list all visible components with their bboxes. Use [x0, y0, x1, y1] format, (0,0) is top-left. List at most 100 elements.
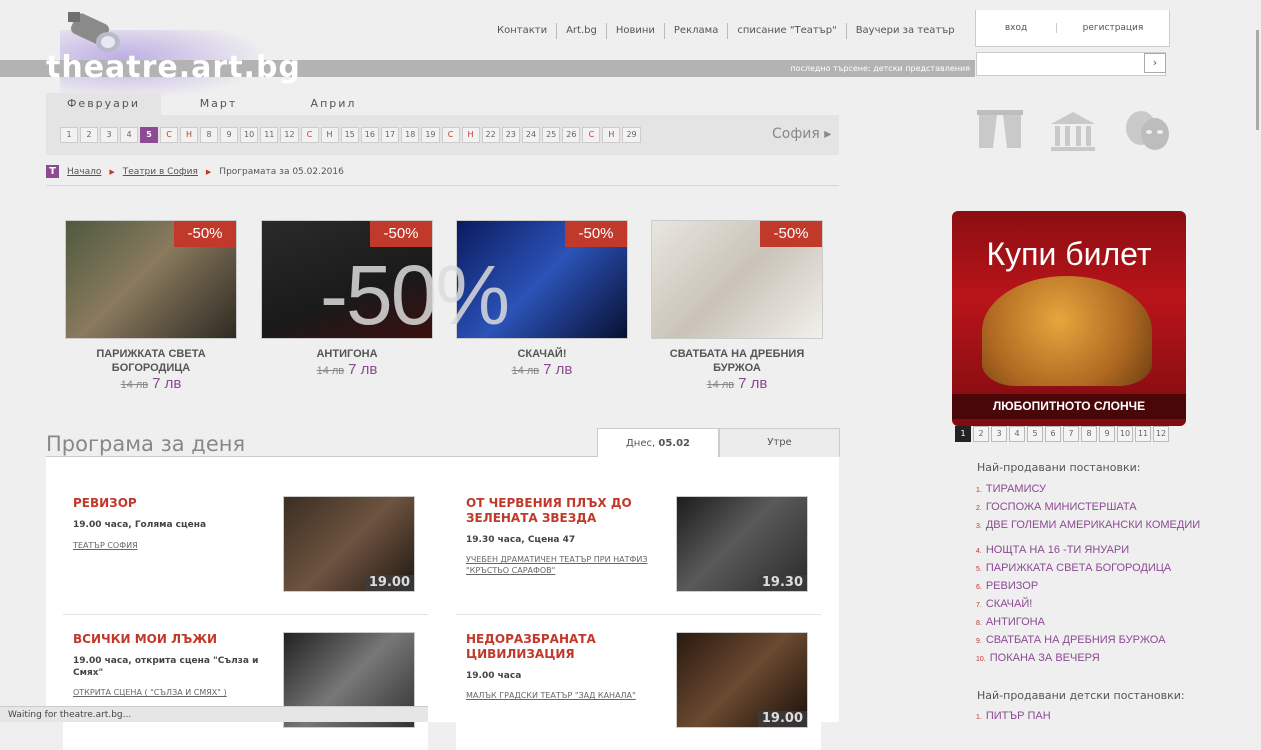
status-bar: Waiting for theatre.art.bg...	[0, 706, 428, 722]
tab-today[interactable]: Днес, 05.02	[597, 428, 719, 458]
day-cell[interactable]: 18	[401, 127, 420, 143]
day-cell[interactable]: С	[300, 127, 319, 143]
day-cell[interactable]: 12	[280, 127, 299, 143]
banner-page-button[interactable]: 7	[1063, 426, 1079, 442]
last-search-text[interactable]: последно търсене: детски представления	[700, 62, 970, 75]
banner-page-button[interactable]: 12	[1153, 426, 1169, 442]
day-cell[interactable]: 25	[542, 127, 561, 143]
program-item-title[interactable]: РЕВИЗОР	[73, 496, 273, 511]
day-cell[interactable]: 22	[481, 127, 500, 143]
promo-card[interactable]: -50% ПАРИЖКАТА СВЕТА БОГОРОДИЦА 14 лв 7 л…	[65, 220, 237, 394]
theatre-building-icon[interactable]	[1047, 108, 1099, 154]
promo-image[interactable]: -50%	[65, 220, 237, 339]
login-link[interactable]: вход	[976, 23, 1057, 33]
day-cell[interactable]: 5	[140, 127, 158, 143]
day-cell[interactable]: 26	[562, 127, 581, 143]
program-item-image[interactable]: 19.00	[676, 632, 808, 728]
banner-page-button[interactable]: 5	[1027, 426, 1043, 442]
city-selector[interactable]: София ▸	[772, 126, 831, 142]
tab-april[interactable]: Април	[276, 93, 391, 115]
program-item-image[interactable]: 19.00	[283, 496, 415, 592]
banner-page-button[interactable]: 11	[1135, 426, 1151, 442]
list-item[interactable]: 8. АНТИГОНА	[976, 614, 1171, 632]
day-cell[interactable]: 29	[622, 127, 641, 143]
list-item[interactable]: 10. ПОКАНА ЗА ВЕЧЕРЯ	[976, 650, 1171, 668]
promo-image[interactable]: -50%	[651, 220, 823, 339]
nav-artbg[interactable]: Art.bg	[557, 23, 607, 39]
tab-february[interactable]: Февруари	[46, 93, 161, 115]
banner-caption: ЛЮБОПИТНОТО СЛОНЧЕ	[952, 394, 1186, 419]
day-cell[interactable]: 8	[200, 127, 218, 143]
day-cell[interactable]: 9	[220, 127, 238, 143]
list-item[interactable]: 2. ГОСПОЖА МИНИСТЕРШАТА	[976, 499, 1200, 517]
day-cell[interactable]: С	[441, 127, 460, 143]
program-item-venue[interactable]: ТЕАТЪР СОФИЯ	[73, 540, 283, 551]
breadcrumb-theatres[interactable]: Театри в София	[123, 167, 198, 177]
program-item-title[interactable]: ОТ ЧЕРВЕНИЯ ПЛЪХ ДО ЗЕЛЕНАТА ЗВЕЗДА	[466, 496, 666, 526]
breadcrumb-home[interactable]: Начало	[67, 167, 101, 177]
banner-page-button[interactable]: 10	[1117, 426, 1133, 442]
banner-page-button[interactable]: 6	[1045, 426, 1061, 442]
banner-page-button[interactable]: 9	[1099, 426, 1115, 442]
promo-card[interactable]: -50% СВАТБАТА НА ДРЕБНИЯ БУРЖОА 14 лв 7 л…	[651, 220, 823, 394]
banner-page-button[interactable]: 2	[973, 426, 989, 442]
day-cell[interactable]: 4	[120, 127, 138, 143]
search-input[interactable]	[976, 52, 1166, 76]
day-cell[interactable]: 10	[240, 127, 259, 143]
day-cell[interactable]: Н	[320, 127, 339, 143]
promo-title[interactable]: СВАТБАТА НА ДРЕБНИЯ БУРЖОА	[651, 347, 823, 375]
day-cell[interactable]: 17	[380, 127, 400, 143]
tab-tomorrow[interactable]: Утре	[719, 428, 840, 457]
banner-headline: Купи билет	[986, 236, 1152, 272]
day-cell[interactable]: 2	[80, 127, 98, 143]
day-cell[interactable]: С	[582, 127, 601, 143]
day-cell[interactable]: 19	[421, 127, 440, 143]
list-item[interactable]: 1. ПИТЪР ПАН	[976, 708, 1051, 726]
banner-page-button[interactable]: 8	[1081, 426, 1097, 442]
nav-news[interactable]: Новини	[607, 23, 665, 39]
curtain-icon[interactable]	[975, 108, 1025, 154]
list-item[interactable]: 5. ПАРИЖКАТА СВЕТА БОГОРОДИЦА	[976, 560, 1171, 578]
list-item[interactable]: 4. НОЩТА НА 16 -ТИ ЯНУАРИ	[976, 542, 1171, 560]
program-item-title[interactable]: ВСИЧКИ МОИ ЛЪЖИ	[73, 632, 273, 647]
site-logo[interactable]: theatre.art.bg	[46, 52, 301, 84]
day-cell[interactable]: 1	[60, 127, 78, 143]
day-cell[interactable]: Н	[180, 127, 198, 143]
program-item-image[interactable]: 19.30	[676, 496, 808, 592]
list-item[interactable]: 6. РЕВИЗОР	[976, 578, 1171, 596]
ticket-banner[interactable]: Купи билет ЛЮБОПИТНОТО СЛОНЧЕ	[952, 211, 1186, 426]
list-item[interactable]: 9. СВАТБАТА НА ДРЕБНИЯ БУРЖОА	[976, 632, 1171, 650]
day-cell[interactable]: 15	[340, 127, 359, 143]
nav-ads[interactable]: Реклама	[665, 23, 729, 39]
day-cell[interactable]: Н	[602, 127, 621, 143]
day-cell[interactable]: Н	[461, 127, 480, 143]
nav-magazine[interactable]: списание "Театър"	[728, 23, 847, 39]
promo-title[interactable]: АНТИГОНА	[261, 347, 433, 361]
program-item-venue[interactable]: УЧЕБЕН ДРАМАТИЧЕН ТЕАТЪР ПРИ НАТФИЗ "КРЪ…	[466, 554, 676, 576]
tab-march[interactable]: Март	[161, 93, 276, 115]
day-cell[interactable]: 24	[521, 127, 541, 143]
list-item[interactable]: 7. СКАЧАЙ!	[976, 596, 1171, 614]
promo-title[interactable]: ПАРИЖКАТА СВЕТА БОГОРОДИЦА	[65, 347, 237, 375]
day-cell[interactable]: С	[160, 127, 178, 143]
day-cell[interactable]: 11	[260, 127, 279, 143]
day-cell[interactable]: 3	[100, 127, 118, 143]
promo-title[interactable]: СКАЧАЙ!	[456, 347, 628, 361]
program-item-venue[interactable]: ОТКРИТА СЦЕНА ( "СЪЛЗА И СМЯХ" )	[73, 687, 283, 698]
promo-price: 14 лв 7 лв	[65, 375, 237, 394]
banner-page-button[interactable]: 4	[1009, 426, 1025, 442]
banner-page-button[interactable]: 1	[955, 426, 971, 442]
list-item[interactable]: 1. ТИРАМИСУ	[976, 481, 1200, 499]
nav-contacts[interactable]: Контакти	[488, 23, 558, 39]
theatre-masks-icon[interactable]	[1121, 108, 1173, 154]
banner-page-button[interactable]: 3	[991, 426, 1007, 442]
day-cell[interactable]: 16	[360, 127, 379, 143]
list-item[interactable]: 3. ДВЕ ГОЛЕМИ АМЕРИКАНСКИ КОМЕДИИ	[976, 517, 1200, 535]
program-item-title[interactable]: НЕДОРАЗБРАНАТА ЦИВИЛИЗАЦИЯ	[466, 632, 666, 662]
nav-vouchers[interactable]: Ваучери за театър	[847, 23, 964, 39]
scrollbar[interactable]	[1256, 30, 1259, 130]
register-link[interactable]: регистрация	[1057, 23, 1169, 33]
search-button[interactable]: ›	[1144, 53, 1166, 73]
program-item-venue[interactable]: МАЛЪК ГРАДСКИ ТЕАТЪР "ЗАД КАНАЛА"	[466, 690, 676, 701]
day-cell[interactable]: 23	[501, 127, 520, 143]
